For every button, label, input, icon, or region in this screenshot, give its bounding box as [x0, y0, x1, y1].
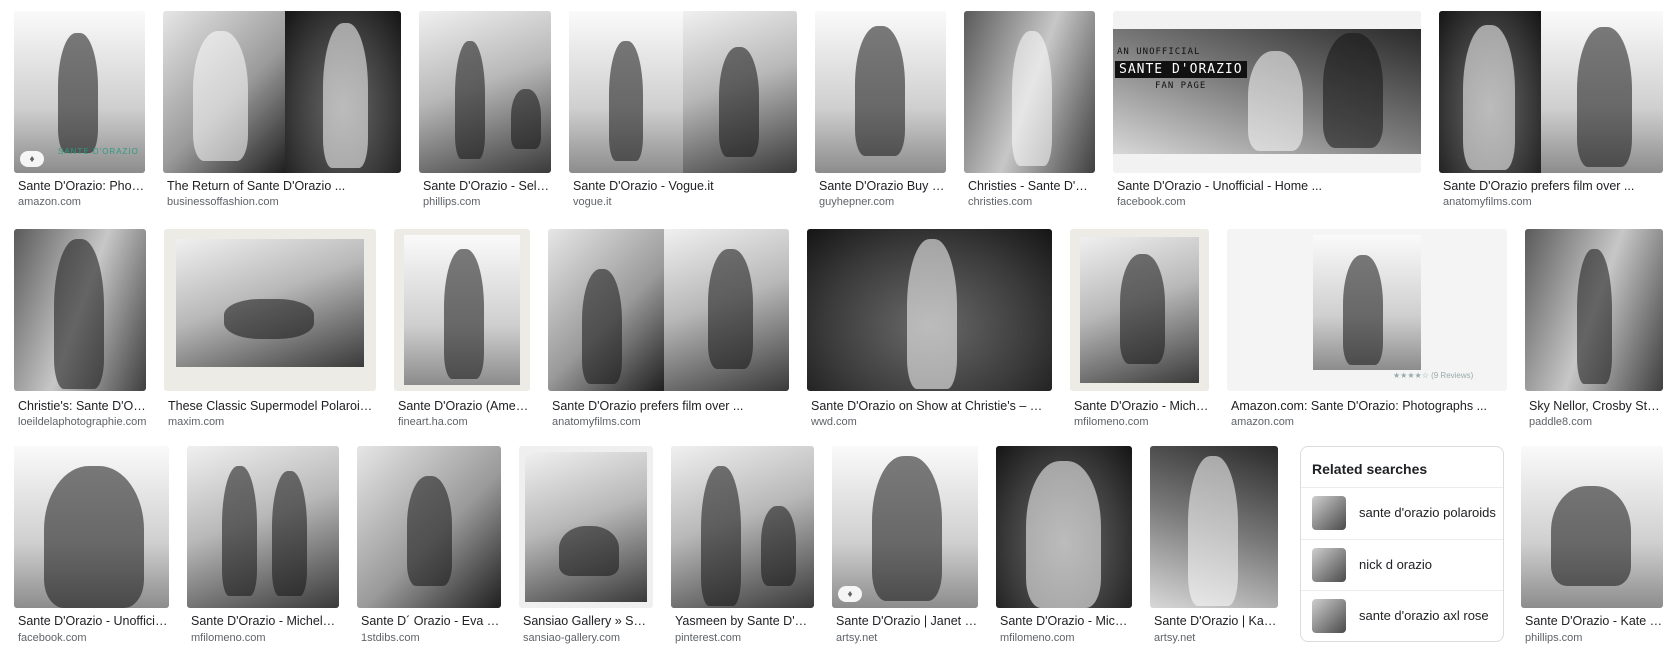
result-title[interactable]: Sante D'Orazio - Michele Fil... — [191, 614, 339, 628]
result-source[interactable]: fineart.ha.com — [398, 416, 468, 428]
related-searches-card: Related searches sante d'orazio polaroid… — [1300, 446, 1504, 642]
result-thumbnail[interactable] — [671, 446, 814, 608]
related-search-thumbnail — [1312, 496, 1346, 530]
result-thumbnail[interactable] — [394, 229, 530, 391]
result-source[interactable]: maxim.com — [168, 416, 224, 428]
result-thumbnail[interactable] — [519, 446, 653, 608]
result-thumbnail[interactable] — [1521, 446, 1663, 608]
result-source[interactable]: facebook.com — [18, 632, 86, 644]
result-source[interactable]: pinterest.com — [675, 632, 741, 644]
tag-icon: ♦ — [838, 586, 862, 602]
result-title[interactable]: Sante D'Orazio | Janet Jac... — [836, 614, 978, 628]
rating-text: ★★★★☆ (9 Reviews) — [1393, 371, 1474, 380]
result-thumbnail[interactable] — [548, 229, 789, 391]
result-source[interactable]: businessoffashion.com — [167, 196, 279, 208]
result-title[interactable]: Sky Nellor, Crosby St, NY... — [1529, 399, 1663, 413]
result-thumbnail[interactable] — [996, 446, 1132, 608]
result-title[interactable]: Amazon.com: Sante D'Orazio: Photographs … — [1231, 399, 1507, 413]
result-title[interactable]: Sante D'Orazio (America... — [398, 399, 530, 413]
result-thumbnail[interactable] — [815, 11, 946, 173]
result-title[interactable]: Sante D'Orazio Buy Fas... — [819, 179, 946, 193]
result-title[interactable]: These Classic Supermodel Polaroids ... — [168, 399, 376, 413]
result-source[interactable]: paddle8.com — [1529, 416, 1592, 428]
result-source[interactable]: phillips.com — [1525, 632, 1582, 644]
related-searches-heading: Related searches — [1312, 461, 1428, 477]
result-thumbnail[interactable] — [807, 229, 1052, 391]
result-thumbnail[interactable] — [1070, 229, 1209, 391]
result-thumbnail[interactable] — [14, 446, 169, 608]
result-source[interactable]: artsy.net — [836, 632, 877, 644]
related-search-item[interactable]: sante d'orazio polaroids — [1301, 487, 1503, 540]
result-title[interactable]: Sante D'Orazio - Unofficial - Home ... — [1117, 179, 1421, 193]
overlay-text-bottom: FAN PAGE — [1155, 81, 1207, 91]
result-thumbnail[interactable] — [357, 446, 501, 608]
result-title[interactable]: Yasmeen by Sante D'Oraz... — [675, 614, 814, 628]
result-title[interactable]: Sante D'Orazio - Kate Mo... — [1525, 614, 1663, 628]
result-source[interactable]: 1stdibs.com — [361, 632, 420, 644]
result-source[interactable]: amazon.com — [1231, 416, 1294, 428]
overlay-text-mid: SANTE D'ORAZIO — [1115, 61, 1247, 78]
result-thumbnail[interactable] — [14, 229, 146, 391]
related-search-label[interactable]: sante d'orazio polaroids — [1359, 505, 1496, 520]
result-title[interactable]: Sansiao Gallery » SANT... — [523, 614, 653, 628]
result-thumbnail[interactable]: ★★★★☆ (9 Reviews) — [1227, 229, 1507, 391]
related-search-label[interactable]: nick d orazio — [1359, 557, 1432, 572]
result-title[interactable]: Sante D'Orazio - Unofficial - ... — [18, 614, 169, 628]
result-title[interactable]: Sante D'Orazio: Photog... — [18, 179, 145, 193]
result-title[interactable]: Christies - Sante D'Oraz... — [968, 179, 1095, 193]
result-title[interactable]: Sante D'Orazio prefers film over ... — [1443, 179, 1663, 193]
result-thumbnail[interactable] — [163, 11, 401, 173]
result-source[interactable]: guyhepner.com — [819, 196, 894, 208]
overlay-text-top: AN UNOFFICIAL — [1117, 47, 1201, 57]
related-search-thumbnail — [1312, 599, 1346, 633]
result-source[interactable]: sansiao-gallery.com — [523, 632, 620, 644]
result-source[interactable]: vogue.it — [573, 196, 612, 208]
tag-icon: ♦ — [20, 151, 44, 167]
result-source[interactable]: mfilomeno.com — [191, 632, 266, 644]
result-source[interactable]: artsy.net — [1154, 632, 1195, 644]
result-title[interactable]: Sante D'Orazio - Vogue.it — [573, 179, 797, 193]
result-thumbnail[interactable] — [1525, 229, 1663, 391]
result-source[interactable]: wwd.com — [811, 416, 857, 428]
related-search-thumbnail — [1312, 548, 1346, 582]
result-source[interactable]: mfilomeno.com — [1074, 416, 1149, 428]
result-thumbnail[interactable] — [964, 11, 1095, 173]
result-thumbnail[interactable] — [1150, 446, 1278, 608]
result-source[interactable]: phillips.com — [423, 196, 480, 208]
related-search-label[interactable]: sante d'orazio axl rose — [1359, 608, 1489, 623]
result-thumbnail[interactable] — [164, 229, 376, 391]
related-search-item[interactable]: sante d'orazio axl rose — [1301, 590, 1503, 641]
result-title[interactable]: Sante D'Orazio prefers film over ... — [552, 399, 789, 413]
result-title[interactable]: Sante D´ Orazio - Eva Men... — [361, 614, 501, 628]
result-thumbnail[interactable]: SANTE D'ORAZIO ♦ — [14, 11, 145, 173]
result-thumbnail[interactable] — [569, 11, 797, 173]
result-source[interactable]: mfilomeno.com — [1000, 632, 1075, 644]
result-thumbnail[interactable]: ♦ — [832, 446, 978, 608]
result-title[interactable]: Sante D'Orazio - Select... — [423, 179, 551, 193]
result-title[interactable]: Sante D'Orazio - Michele ... — [1074, 399, 1209, 413]
result-source[interactable]: loeildelaphotographie.com — [18, 416, 146, 428]
result-thumbnail[interactable]: AN UNOFFICIAL SANTE D'ORAZIO FAN PAGE — [1113, 11, 1421, 173]
result-source[interactable]: facebook.com — [1117, 196, 1185, 208]
result-source[interactable]: amazon.com — [18, 196, 81, 208]
result-title[interactable]: The Return of Sante D'Orazio ... — [167, 179, 401, 193]
thumbnail-label: SANTE D'ORAZIO — [58, 147, 139, 156]
result-thumbnail[interactable] — [1439, 11, 1663, 173]
result-title[interactable]: Sante D'Orazio - Michele... — [1000, 614, 1132, 628]
result-source[interactable]: anatomyfilms.com — [552, 416, 641, 428]
result-title[interactable]: Sante D'Orazio | Kate M... — [1154, 614, 1278, 628]
related-search-item[interactable]: nick d orazio — [1301, 539, 1503, 592]
result-title[interactable]: Sante D'Orazio on Show at Christie's – W… — [811, 399, 1052, 413]
result-thumbnail[interactable] — [187, 446, 339, 608]
result-source[interactable]: christies.com — [968, 196, 1032, 208]
result-title[interactable]: Christie's: Sante D'Orazi... — [18, 399, 146, 413]
result-thumbnail[interactable] — [419, 11, 551, 173]
result-source[interactable]: anatomyfilms.com — [1443, 196, 1532, 208]
